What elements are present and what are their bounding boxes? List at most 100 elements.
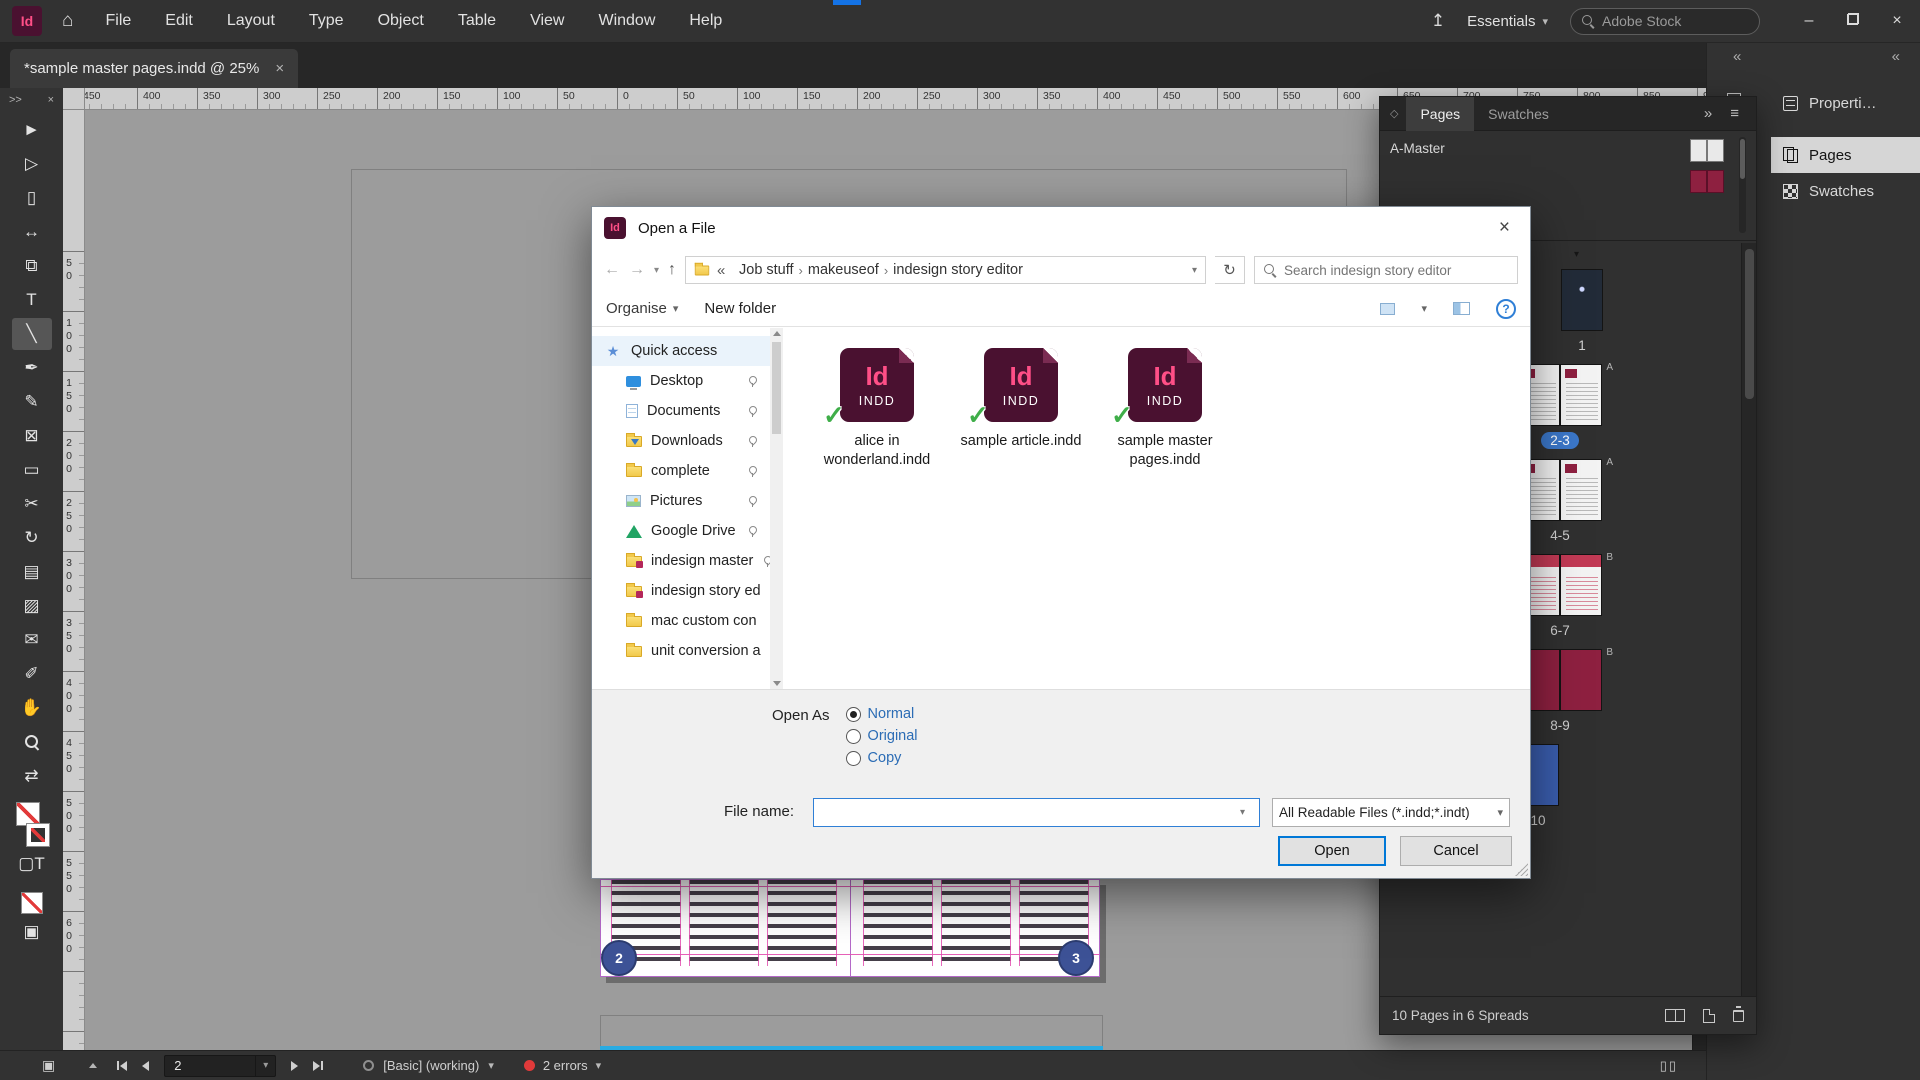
rectangle-frame-tool[interactable]: ⊠: [12, 420, 52, 452]
tab-swatches[interactable]: Swatches: [1474, 97, 1563, 131]
panel-menu-icon[interactable]: ≡: [1723, 105, 1746, 122]
current-page-select[interactable]: 2 ▾: [164, 1055, 276, 1077]
close-button[interactable]: ×: [1888, 12, 1906, 30]
pen-tool[interactable]: ✒: [12, 352, 52, 384]
eyedropper-tool[interactable]: ✐: [12, 658, 52, 690]
chevron-down-icon[interactable]: ▾: [488, 1059, 494, 1072]
spread-1[interactable]: 1: [1561, 269, 1603, 354]
collapse-panels-icon[interactable]: «: [1733, 48, 1741, 65]
organise-button[interactable]: Organise ▾: [606, 300, 678, 317]
restore-button[interactable]: [1844, 12, 1862, 30]
help-icon[interactable]: ?: [1496, 299, 1516, 319]
line-tool[interactable]: ╲: [12, 318, 52, 350]
collapse-statusbar-icon[interactable]: [89, 1063, 97, 1068]
file-name-input[interactable]: [813, 798, 1260, 827]
next-page-button[interactable]: [291, 1061, 298, 1071]
adobe-stock-search[interactable]: Adobe Stock: [1570, 8, 1760, 35]
tools-close-icon[interactable]: ×: [48, 94, 54, 106]
file-name-dropdown-icon[interactable]: ▾: [1240, 807, 1245, 818]
gradient-feather-tool[interactable]: ▨: [12, 590, 52, 622]
collapse-panels-icon[interactable]: «: [1892, 48, 1900, 65]
hand-tool[interactable]: ✋: [12, 692, 52, 724]
scroll-up-icon[interactable]: [773, 331, 781, 336]
spread-view-icon[interactable]: ▯▯: [1660, 1058, 1678, 1074]
scroll-down-icon[interactable]: [773, 681, 781, 686]
formatting-affects-icons[interactable]: ▢T: [12, 848, 52, 880]
page-tool[interactable]: ▯: [12, 182, 52, 214]
breadcrumb-makeuseof[interactable]: makeuseof: [808, 262, 879, 278]
radio-original[interactable]: Original: [846, 728, 918, 744]
chevron-down-icon[interactable]: ▾: [255, 1056, 275, 1076]
page-thumbnail[interactable]: [1561, 269, 1603, 331]
sidebar-item-indesign-master[interactable]: indesign master: [592, 546, 770, 576]
menu-help[interactable]: Help: [689, 12, 722, 30]
breadcrumb-job-stuff[interactable]: Job stuff: [739, 262, 794, 278]
screen-mode-icon[interactable]: ▣: [42, 1057, 55, 1074]
scrollbar-thumb[interactable]: [772, 342, 781, 434]
sidebar-item-documents[interactable]: Documents: [592, 396, 770, 426]
ruler-origin-corner[interactable]: [63, 88, 85, 110]
page-thumbnail[interactable]: [1560, 554, 1602, 616]
tab-cycle-icon[interactable]: ◇: [1390, 107, 1398, 120]
file-sample-article-indd[interactable]: IdINDD✓sample article.indd: [951, 348, 1091, 451]
sidebar-item-complete[interactable]: complete: [592, 456, 770, 486]
resize-grip[interactable]: [1515, 863, 1528, 876]
file-sample-master-pages-indd[interactable]: IdINDD✓sample master pages.indd: [1095, 348, 1235, 470]
dialog-close-icon[interactable]: ×: [1491, 217, 1518, 239]
gap-tool[interactable]: ↔: [12, 216, 52, 248]
chevron-down-icon[interactable]: ▾: [596, 1059, 602, 1072]
panel-collapse-icon[interactable]: »: [1697, 105, 1719, 122]
previous-page-button[interactable]: [142, 1061, 149, 1071]
menu-object[interactable]: Object: [378, 12, 424, 30]
open-button[interactable]: Open: [1278, 836, 1386, 866]
radio-normal[interactable]: Normal: [846, 706, 918, 722]
file-type-select[interactable]: All Readable Files (*.indd;*.indt) ▾: [1272, 798, 1510, 827]
indesign-logo[interactable]: Id: [12, 6, 42, 36]
sidebar-item-quick-access[interactable]: Quick access: [592, 336, 770, 366]
breadcrumb-indesign-story-editor[interactable]: indesign story editor: [893, 262, 1023, 278]
direct-selection-tool[interactable]: ▷: [12, 148, 52, 180]
sidebar-item-pictures[interactable]: Pictures: [592, 486, 770, 516]
sidebar-scrollbar[interactable]: [770, 328, 783, 689]
zoom-tool[interactable]: [12, 726, 52, 758]
address-bar[interactable]: « Job stuff›makeuseof›indesign story edi…: [685, 256, 1206, 284]
radio-copy[interactable]: Copy: [846, 750, 918, 766]
free-transform-tool[interactable]: ↻: [12, 522, 52, 554]
content-collector-tool[interactable]: ⧉: [12, 250, 52, 282]
note-tool[interactable]: ✉: [12, 624, 52, 656]
share-icon[interactable]: ↥: [1431, 11, 1445, 31]
menu-edit[interactable]: Edit: [165, 12, 193, 30]
menu-window[interactable]: Window: [598, 12, 655, 30]
swap-fill-stroke-icon[interactable]: ⇄: [12, 760, 52, 792]
page-thumbnail[interactable]: [1560, 459, 1602, 521]
file-alice-in-wonderland-indd[interactable]: IdINDD✓alice in wonderland.indd: [807, 348, 947, 470]
last-page-button[interactable]: [313, 1061, 323, 1071]
preflight-profile[interactable]: [Basic] (working) ▾: [363, 1058, 494, 1073]
tab-close-icon[interactable]: ×: [275, 60, 284, 77]
pencil-tool[interactable]: ✎: [12, 386, 52, 418]
pages-scrollbar[interactable]: [1741, 243, 1756, 996]
master-spread-thumbnail[interactable]: [1690, 139, 1724, 162]
cancel-button[interactable]: Cancel: [1400, 836, 1512, 866]
dialog-title-bar[interactable]: Id Open a File ×: [592, 207, 1530, 249]
first-page-button[interactable]: [117, 1061, 127, 1071]
fill-swatch[interactable]: [16, 802, 40, 826]
rectangle-tool[interactable]: ▭: [12, 454, 52, 486]
tab-pages[interactable]: Pages: [1406, 97, 1474, 131]
menu-file[interactable]: File: [105, 12, 131, 30]
dock-item-swatches[interactable]: Swatches: [1771, 173, 1920, 209]
create-new-page-icon[interactable]: [1703, 1009, 1715, 1023]
view-options-icon[interactable]: ▾: [1421, 302, 1427, 315]
view-thumbnails-icon[interactable]: [1380, 303, 1395, 315]
sidebar-item-mac-custom-con[interactable]: mac custom con: [592, 606, 770, 636]
normal-screen-mode-icon[interactable]: ▣: [12, 916, 52, 948]
recent-locations-icon[interactable]: ▾: [654, 265, 659, 276]
minimize-button[interactable]: –: [1800, 12, 1818, 30]
search-box[interactable]: [1254, 256, 1518, 284]
sidebar-item-downloads[interactable]: Downloads: [592, 426, 770, 456]
forward-icon[interactable]: →: [629, 261, 645, 279]
sidebar-item-unit-conversion-a[interactable]: unit conversion a: [592, 636, 770, 666]
type-tool[interactable]: T: [12, 284, 52, 316]
preflight-errors[interactable]: 2 errors ▾: [524, 1058, 601, 1073]
dock-item-properties[interactable]: Properti…: [1771, 85, 1920, 121]
